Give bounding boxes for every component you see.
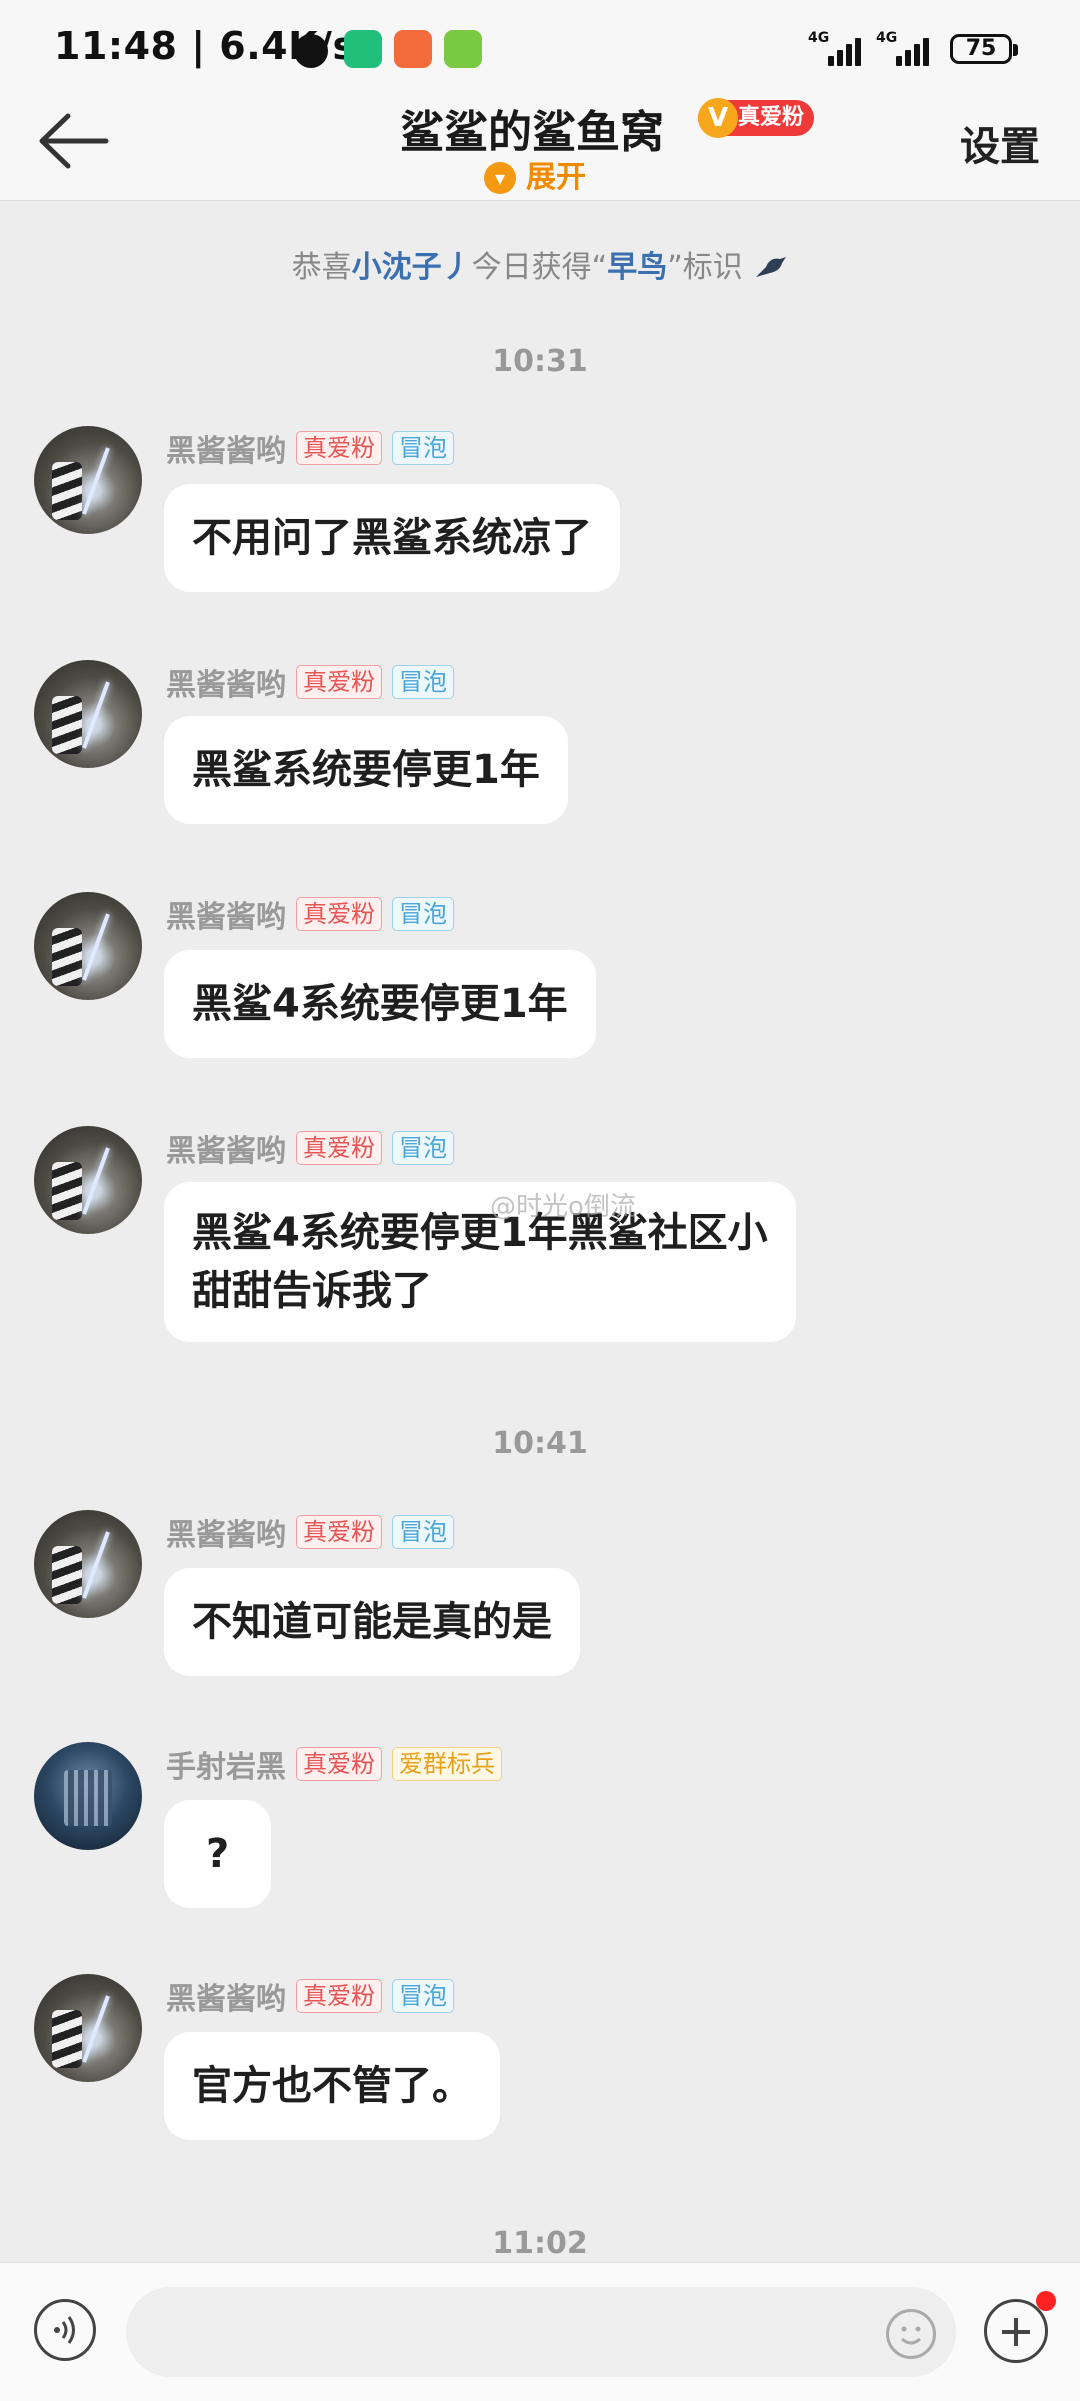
tag-badge: 冒泡 <box>392 1979 454 2013</box>
chevron-down-icon: ▾ <box>484 162 516 194</box>
tag-badge: 冒泡 <box>392 897 454 931</box>
battery-icon: 75 <box>950 34 1018 64</box>
sender-row: 黑酱酱哟 真爱粉 冒泡 <box>166 660 454 704</box>
tag-badge: 冒泡 <box>392 1515 454 1549</box>
sender-row: 手射岩黑 真爱粉 爱群标兵 <box>166 1742 502 1786</box>
sender-row: 黑酱酱哟 真爱粉 冒泡 <box>166 1510 454 1554</box>
camera-app-icon <box>394 30 432 68</box>
shield-app-icon <box>344 30 382 68</box>
tag-badge: 冒泡 <box>392 431 454 465</box>
tag-badge: 冒泡 <box>392 1131 454 1165</box>
back-arrow-icon[interactable] <box>34 106 114 176</box>
v-badge-icon: V <box>698 98 738 138</box>
sender-row: 黑酱酱哟 真爱粉 冒泡 <box>166 1126 454 1170</box>
notification-dot <box>1036 2291 1056 2311</box>
voice-icon[interactable] <box>34 2299 96 2361</box>
settings-button[interactable]: 设置 <box>960 114 1040 172</box>
tag-badge: 冒泡 <box>392 665 454 699</box>
sender-name[interactable]: 黑酱酱哟 <box>166 426 286 470</box>
watermark: @时光o倒流 <box>490 1192 636 1222</box>
avatar[interactable] <box>34 1126 142 1234</box>
plus-icon[interactable] <box>984 2299 1048 2363</box>
sender-name[interactable]: 黑酱酱哟 <box>166 892 286 936</box>
message-bubble[interactable]: 不知道可能是真的是 <box>164 1568 580 1676</box>
avatar[interactable] <box>34 660 142 768</box>
expand-button[interactable]: ▾ 展开 <box>484 152 586 195</box>
timestamp: 10:41 <box>492 1426 588 1461</box>
message-bubble[interactable]: 黑鲨系统要停更1年 <box>164 716 568 824</box>
tag-badge: 真爱粉 <box>296 431 382 465</box>
sender-row: 黑酱酱哟 真爱粉 冒泡 <box>166 1974 454 2018</box>
status-bar: 11:48 | 6.4K/s 4G 4G 75 <box>0 0 1080 96</box>
avatar[interactable] <box>34 892 142 1000</box>
sender-name[interactable]: 黑酱酱哟 <box>166 1974 286 2018</box>
message-input[interactable] <box>126 2287 956 2377</box>
alarm-icon <box>294 34 328 68</box>
avatar[interactable] <box>34 1510 142 1618</box>
timestamp: 10:31 <box>492 344 588 379</box>
avatar[interactable] <box>34 426 142 534</box>
message-bubble[interactable]: 官方也不管了。 <box>164 2032 500 2140</box>
tag-badge: 真爱粉 <box>296 1979 382 2013</box>
sender-row: 黑酱酱哟 真爱粉 冒泡 <box>166 426 454 470</box>
sender-name[interactable]: 黑酱酱哟 <box>166 1126 286 1170</box>
avatar[interactable] <box>34 1742 142 1850</box>
tag-badge: 真爱粉 <box>296 1131 382 1165</box>
timestamp: 11:02 <box>492 2226 588 2261</box>
sender-row: 黑酱酱哟 真爱粉 冒泡 <box>166 892 454 936</box>
message-bubble[interactable]: 黑鲨4系统要停更1年 <box>164 950 596 1058</box>
tag-badge: 真爱粉 <box>296 1747 382 1781</box>
sender-name[interactable]: 手射岩黑 <box>166 1742 286 1786</box>
message-bubble[interactable]: ? <box>164 1800 272 1908</box>
message-bubble[interactable]: 不用问了黑鲨系统凉了 <box>164 484 620 592</box>
notice-user-link[interactable]: 小沈子丿 <box>352 250 472 285</box>
chat-header: 鲨鲨的鲨鱼窝 V 真爱粉 ▾ 展开 设置 <box>0 96 1080 201</box>
tag-badge: 爱群标兵 <box>392 1747 502 1781</box>
sender-name[interactable]: 黑酱酱哟 <box>166 1510 286 1554</box>
emoji-icon[interactable] <box>886 2309 936 2359</box>
input-bar <box>0 2262 1080 2401</box>
signal-icon-1: 4G <box>808 30 868 66</box>
download-app-icon <box>444 30 482 68</box>
group-title[interactable]: 鲨鲨的鲨鱼窝 <box>400 96 664 160</box>
tag-badge: 真爱粉 <box>296 665 382 699</box>
fan-badge: V 真爱粉 <box>698 98 815 138</box>
bird-icon <box>756 257 787 277</box>
tag-badge: 真爱粉 <box>296 1515 382 1549</box>
system-notice: 恭喜小沈子丿今日获得“早鸟”标识 <box>0 242 1080 286</box>
sender-name[interactable]: 黑酱酱哟 <box>166 660 286 704</box>
avatar[interactable] <box>34 1974 142 2082</box>
signal-icon-2: 4G <box>876 30 936 66</box>
message-bubble[interactable]: 黑鲨4系统要停更1年黑鲨社区小 甜甜告诉我了 <box>164 1182 796 1342</box>
tag-badge: 真爱粉 <box>296 897 382 931</box>
